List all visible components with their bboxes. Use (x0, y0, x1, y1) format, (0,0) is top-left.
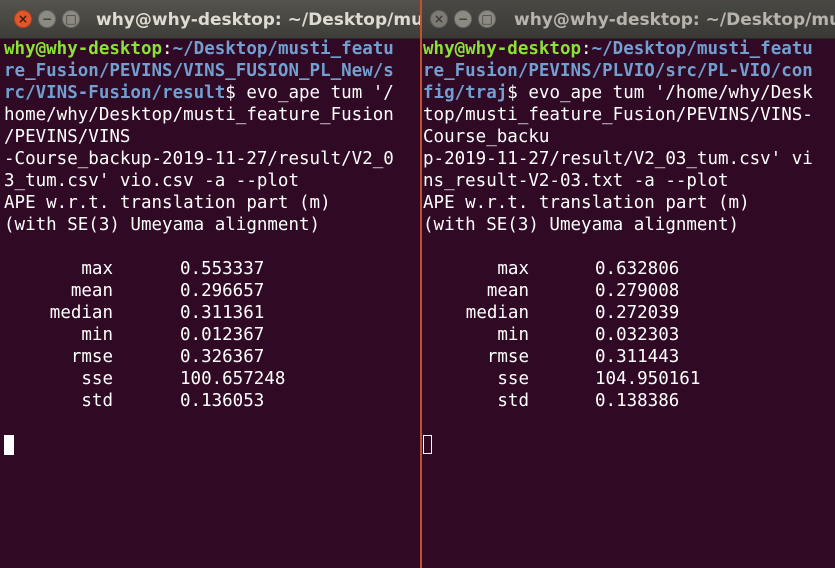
minimize-icon[interactable]: − (454, 10, 472, 28)
stat-value: 0.311443 (595, 347, 680, 367)
stat-value: 0.012367 (180, 325, 265, 345)
stat-row: std 0.138386 (423, 390, 835, 412)
stat-key: min (81, 325, 113, 345)
terminal-output-left[interactable]: why@why-desktop:~/Desktop/musti_featu re… (4, 38, 420, 568)
stat-row: std 0.136053 (4, 390, 420, 412)
stat-row: max 0.632806 (423, 258, 835, 280)
prompt-user: why@why-desktop (423, 39, 582, 59)
stat-row: rmse 0.311443 (423, 346, 835, 368)
stat-key: median (465, 303, 529, 323)
minimize-icon[interactable]: − (38, 10, 56, 28)
stat-key: median (49, 303, 113, 323)
stat-value: 0.138386 (595, 391, 680, 411)
stat-row: max 0.553337 (4, 258, 420, 280)
prompt-line: why@why-desktop:~/Desktop/musti_featu (4, 38, 420, 60)
stat-value: 0.279008 (595, 281, 680, 301)
output-line: top/musti_feature_Fusion/PEVINS/VINS- (423, 105, 813, 125)
output-line: p-2019-11-27/result/V2_03_tum.csv' vi (423, 149, 813, 169)
stat-value: 0.136053 (180, 391, 265, 411)
titlebar-left[interactable]: × − □ why@why-desktop: ~/Desktop/mu (0, 0, 420, 39)
stat-key: sse (497, 369, 529, 389)
prompt-line: re_Fusion/PEVINS/VINS_FUSION_PL_New/s (4, 60, 420, 82)
terminal-window-left[interactable]: × − □ why@why-desktop: ~/Desktop/mu why@… (0, 0, 420, 568)
terminal-output-right[interactable]: why@why-desktop:~/Desktop/musti_featu re… (423, 38, 835, 568)
stat-value: 100.657248 (180, 369, 286, 389)
maximize-icon[interactable]: □ (62, 10, 80, 28)
stat-key: std (81, 391, 113, 411)
output-line: -Course_backup-2019-11-27/result/V2_0 (4, 149, 394, 169)
prompt-path: ~/Desktop/musti_featu (591, 39, 813, 59)
output-line: (with SE(3) Umeyama alignment) (4, 215, 321, 235)
stat-value: 0.632806 (595, 259, 680, 279)
prompt-user: why@why-desktop (4, 39, 163, 59)
stat-key: rmse (486, 347, 529, 367)
stat-value: 0.326367 (180, 347, 265, 367)
maximize-icon[interactable]: □ (478, 10, 496, 28)
text-cursor (423, 435, 432, 454)
stat-value: 104.950161 (595, 369, 701, 389)
stat-row: median 0.311361 (4, 302, 420, 324)
stat-key: max (497, 259, 529, 279)
command-text: $ evo_ape tum '/home/why/Desk (507, 83, 813, 103)
cursor-line (423, 434, 835, 456)
close-icon[interactable]: × (14, 10, 32, 28)
cursor-line (4, 434, 420, 456)
stat-value: 0.311361 (180, 303, 265, 323)
window-title: why@why-desktop: ~/Desktop/mu (96, 10, 420, 30)
prompt-separator: : (162, 39, 173, 59)
window-title: why@why-desktop: ~/Desktop/mu (514, 10, 835, 30)
prompt-line: rc/VINS-Fusion/result$ evo_ape tum '/ (4, 82, 420, 104)
output-line: /PEVINS/VINS (4, 127, 131, 147)
command-text: $ evo_ape tum '/ (225, 83, 394, 103)
stat-value: 0.296657 (180, 281, 265, 301)
stat-row: min 0.032303 (423, 324, 835, 346)
terminal-window-right[interactable]: × − □ why@why-desktop: ~/Desktop/mu why@… (422, 0, 835, 568)
stat-key: sse (81, 369, 113, 389)
stat-row: min 0.012367 (4, 324, 420, 346)
stat-row: median 0.272039 (423, 302, 835, 324)
titlebar-right[interactable]: × − □ why@why-desktop: ~/Desktop/mu (422, 0, 835, 39)
output-line: Course_backu (423, 127, 550, 147)
prompt-line: fig/traj$ evo_ape tum '/home/why/Desk (423, 82, 835, 104)
stat-key: std (497, 391, 529, 411)
stat-value: 0.272039 (595, 303, 680, 323)
stat-key: mean (70, 281, 113, 301)
prompt-path: rc/VINS-Fusion/result (4, 83, 226, 103)
prompt-separator: : (581, 39, 592, 59)
prompt-path: re_Fusion/PEVINS/PLVIO/src/PL-VIO/con (423, 61, 813, 81)
stat-row: sse 100.657248 (4, 368, 420, 390)
prompt-path: fig/traj (423, 83, 508, 103)
stat-row: mean 0.279008 (423, 280, 835, 302)
stat-key: mean (486, 281, 529, 301)
stat-row: sse 104.950161 (423, 368, 835, 390)
stat-value: 0.553337 (180, 259, 265, 279)
output-line: APE w.r.t. translation part (m) (4, 193, 331, 213)
stat-row: mean 0.296657 (4, 280, 420, 302)
output-line: home/why/Desktop/musti_feature_Fusion (4, 105, 394, 125)
stat-key: rmse (70, 347, 113, 367)
prompt-path: re_Fusion/PEVINS/VINS_FUSION_PL_New/s (4, 61, 394, 81)
stat-row: rmse 0.326367 (4, 346, 420, 368)
output-line: ns_result-V2-03.txt -a --plot (423, 171, 729, 191)
prompt-line: re_Fusion/PEVINS/PLVIO/src/PL-VIO/con (423, 60, 835, 82)
output-line: (with SE(3) Umeyama alignment) (423, 215, 740, 235)
prompt-line: why@why-desktop:~/Desktop/musti_featu (423, 38, 835, 60)
output-line: APE w.r.t. translation part (m) (423, 193, 750, 213)
prompt-path: ~/Desktop/musti_featu (172, 39, 394, 59)
output-line: 3_tum.csv' vio.csv -a --plot (4, 171, 300, 191)
stat-key: max (81, 259, 113, 279)
text-cursor (4, 435, 14, 455)
stat-value: 0.032303 (595, 325, 680, 345)
close-icon[interactable]: × (430, 10, 448, 28)
stat-key: min (497, 325, 529, 345)
